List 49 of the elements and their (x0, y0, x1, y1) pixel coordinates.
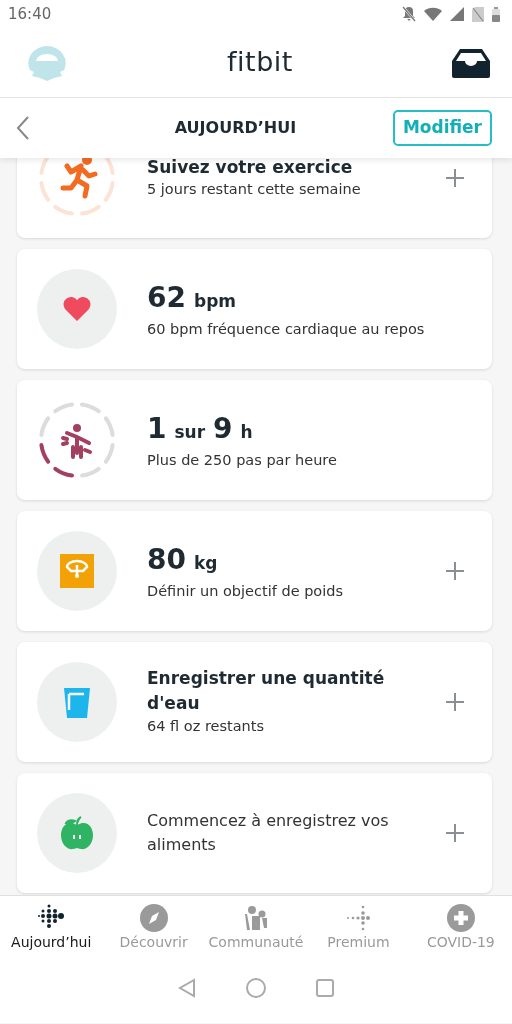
dots-arrow-icon (344, 904, 373, 932)
tile-subtitle: Définir un objectif de poids (147, 582, 345, 602)
plus-icon[interactable] (446, 693, 464, 711)
back-triangle-icon[interactable] (177, 978, 197, 998)
tile-subtitle: Commencez à enregistrez vos aliments (147, 810, 390, 856)
tile-subtitle: 60 bpm fréquence cardiaque au repos (147, 320, 426, 340)
tile-subtitle: 5 jours restant cette semaine (147, 180, 362, 200)
scale-icon (37, 531, 117, 611)
recents-square-icon[interactable] (315, 978, 335, 998)
metric-value: 62 (147, 280, 186, 317)
tile-card[interactable]: Suivez votre exercice 5 jours restant cette semaine (17, 158, 492, 238)
tile-card[interactable]: 80 kg Définir un objectif de poids (17, 511, 492, 631)
plus-icon[interactable] (446, 169, 464, 187)
no-sim-icon (472, 6, 484, 22)
tile-card[interactable]: 62 bpm 60 bpm fréquence cardiaque au repos (17, 249, 492, 369)
page-title: AUJOURD’HUI (174, 117, 297, 139)
status-time: 16:40 (8, 3, 52, 25)
metric-unit: bpm (193, 290, 237, 314)
tile-card[interactable]: Enregistrer une quantité d'eau 64 fl oz restants (17, 642, 492, 762)
signal-icon (450, 7, 464, 21)
nav-tab[interactable]: Aujourd’hui (11, 932, 92, 953)
water-glass-icon (37, 662, 117, 742)
metric-unit: sur (174, 421, 206, 445)
medical-cross-icon (446, 904, 475, 932)
plus-icon[interactable] (446, 824, 464, 842)
metric-value: 1 (147, 411, 167, 448)
tile-card[interactable]: Commencez à enregistrez vos aliments (17, 773, 492, 893)
apple-icon (37, 793, 117, 873)
battery-icon (492, 6, 500, 22)
app-logo: fitbit (227, 45, 293, 80)
plus-icon[interactable] (446, 562, 464, 580)
home-circle-icon[interactable] (245, 977, 267, 999)
running-person-icon (37, 158, 117, 218)
metric-unit: kg (193, 552, 218, 576)
bell-off-icon (402, 6, 416, 22)
back-icon[interactable] (16, 115, 30, 141)
inbox-icon[interactable] (452, 47, 490, 78)
tile-subtitle: Plus de 250 pas par heure (147, 451, 338, 471)
compass-icon (139, 904, 168, 932)
wifi-icon (424, 7, 442, 21)
metric-unit: h (240, 421, 253, 445)
tile-subtitle: 64 fl oz restants (147, 716, 265, 736)
tile-title: Suivez votre exercice (147, 158, 354, 179)
tile-card[interactable]: 1 sur 9 h Plus de 250 pas par heure (17, 380, 492, 500)
tile-title: Enregistrer une quantité d'eau (147, 667, 386, 716)
people-icon (242, 904, 270, 932)
metric-value: 9 (213, 411, 233, 448)
metric-value: 80 (147, 542, 186, 579)
active-person-icon (37, 400, 117, 480)
